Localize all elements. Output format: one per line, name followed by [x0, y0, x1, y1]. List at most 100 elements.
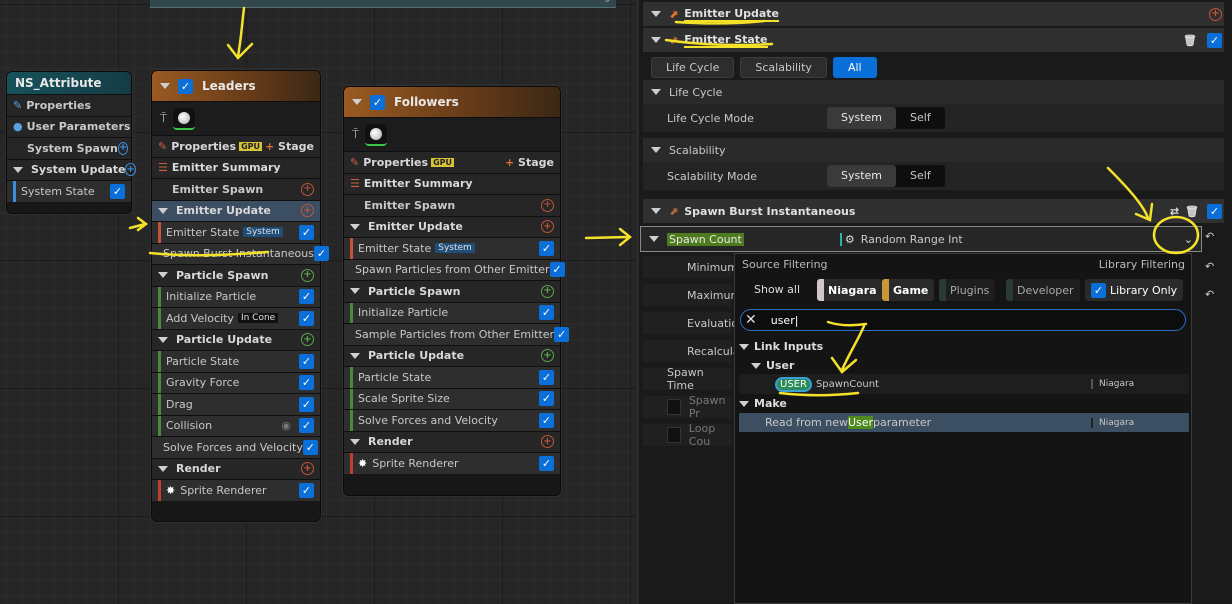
collapse-icon[interactable] — [651, 147, 661, 153]
drag-module[interactable]: Drag ✓ — [152, 393, 320, 415]
source-developer[interactable]: Developer — [1006, 279, 1080, 301]
render-section[interactable]: Render + — [344, 430, 560, 452]
node-graph[interactable]: » NS_Attribute ✎ Properties ● User Param… — [0, 0, 636, 604]
sprite-renderer-module[interactable]: ✸ Sprite Renderer ✓ — [152, 479, 320, 501]
reset-arrow-icon[interactable]: ↶ — [1205, 288, 1214, 301]
source-game[interactable]: Game — [882, 279, 935, 301]
add-module-icon[interactable]: + — [541, 435, 554, 449]
collapse-icon[interactable] — [350, 223, 360, 230]
collapse-icon[interactable] — [751, 362, 761, 369]
emitter-spawn-module[interactable]: Emitter Spawn + — [344, 194, 560, 216]
filter-scalability[interactable]: Scalability — [740, 56, 827, 78]
module-enabled-checkbox[interactable]: ✓ — [549, 262, 565, 278]
system-spawn[interactable]: System Spawn + — [7, 137, 131, 159]
collapse-icon[interactable] — [649, 236, 659, 242]
module-enabled-checkbox[interactable]: ✓ — [539, 305, 554, 321]
emitter-summary-section[interactable]: ☰ Emitter Summary — [344, 172, 560, 194]
library-only-toggle[interactable]: ✓ Library Only — [1085, 279, 1184, 301]
emitter-state-module[interactable]: Emitter State System ✓ — [152, 221, 320, 243]
spawncount-parameter-item[interactable]: USER SpawnCount Niagara — [739, 374, 1189, 394]
module-enabled-checkbox[interactable]: ✓ — [539, 369, 554, 385]
link-inputs-category[interactable]: Link Inputs — [739, 337, 1189, 356]
collapse-icon[interactable] — [158, 465, 168, 472]
search-input[interactable]: user — [771, 314, 795, 327]
collapse-icon[interactable] — [158, 336, 168, 343]
emitter-properties-row[interactable]: ✎ Properties GPU + Stage — [152, 135, 320, 157]
module-enabled-checkbox[interactable]: ✓ — [302, 439, 318, 455]
collapse-icon[interactable] — [651, 37, 661, 43]
leaders-emitter-node[interactable]: ✓ Leaders ⍑ ✎ Properties GPU + Stage ☰ Em… — [151, 70, 329, 522]
module-enabled-checkbox[interactable]: ✓ — [1207, 203, 1222, 219]
collapse-icon[interactable] — [158, 272, 168, 279]
emitter-update-section[interactable]: Emitter Update + — [344, 215, 560, 237]
system-properties[interactable]: ✎ Properties — [7, 94, 131, 116]
module-enabled-checkbox[interactable]: ✓ — [299, 482, 314, 498]
spawn-particles-from-other-emitter-module[interactable]: Spawn Particles from Other Emitter ✓ — [344, 258, 565, 280]
module-enabled-checkbox[interactable]: ✓ — [539, 412, 554, 428]
mode-system[interactable]: System — [827, 107, 897, 129]
mode-self[interactable]: Self — [896, 165, 945, 187]
spawn-count-row[interactable]: Spawn Count ⚙ Random Range Int ⌄ — [640, 226, 1202, 252]
add-module-icon[interactable]: + — [541, 220, 554, 234]
library-only-checkbox[interactable]: ✓ — [1091, 282, 1106, 298]
emitter-update-section[interactable]: Emitter Update + — [152, 199, 320, 221]
add-module-icon[interactable]: + — [541, 198, 554, 212]
collapse-icon[interactable] — [352, 99, 362, 105]
sprite-renderer-module[interactable]: ✸ Sprite Renderer ✓ — [344, 452, 560, 474]
particle-spawn-section[interactable]: Particle Spawn + — [152, 264, 320, 286]
spawn-probability-checkbox[interactable] — [667, 399, 681, 415]
scale-sprite-size-module[interactable]: Scale Sprite Size ✓ — [344, 387, 560, 409]
collapse-icon[interactable] — [350, 352, 360, 359]
emitter-enabled-checkbox[interactable]: ✓ — [178, 78, 193, 94]
module-enabled-checkbox[interactable]: ✓ — [299, 375, 314, 391]
particle-update-section[interactable]: Particle Update + — [152, 328, 320, 350]
collapse-icon[interactable] — [350, 438, 360, 445]
initialize-particle-module[interactable]: Initialize Particle ✓ — [152, 285, 320, 307]
enabled-checkbox[interactable]: ✓ — [110, 183, 125, 199]
initialize-particle-module[interactable]: Initialize Particle ✓ — [344, 301, 560, 323]
module-enabled-checkbox[interactable]: ✓ — [299, 224, 314, 240]
scalability-mode-toggle[interactable]: System Self — [827, 165, 945, 187]
trash-icon[interactable]: 🗑 — [1183, 34, 1197, 47]
render-section[interactable]: Render + — [152, 457, 320, 479]
trash-icon[interactable]: 🗑 — [1185, 205, 1199, 218]
collapse-icon[interactable] — [13, 166, 23, 173]
solve-forces-and-velocity-module[interactable]: Solve Forces and Velocity ✓ — [344, 409, 560, 431]
add-module-icon[interactable]: + — [301, 333, 314, 347]
emitter-state-module[interactable]: Emitter State System ✓ — [344, 237, 560, 259]
add-module-icon[interactable]: + — [301, 268, 314, 282]
add-icon[interactable]: + — [117, 141, 129, 155]
collapse-icon[interactable] — [651, 89, 661, 95]
solve-forces-and-velocity-module[interactable]: Solve Forces and Velocity ✓ — [152, 436, 320, 458]
loop-count-checkbox[interactable] — [667, 427, 681, 443]
particle-state-module[interactable]: Particle State ✓ — [152, 350, 320, 372]
module-enabled-checkbox[interactable]: ✓ — [299, 418, 314, 434]
reset-arrow-icon[interactable]: ↶ — [1205, 260, 1214, 273]
mode-self[interactable]: Self — [896, 107, 945, 129]
spawn-burst-instantaneous-module[interactable]: Spawn Burst Instantaneous ✓ — [152, 242, 329, 264]
module-enabled-checkbox[interactable]: ✓ — [539, 391, 554, 407]
emitter-enabled-checkbox[interactable]: ✓ — [370, 94, 385, 110]
collapse-icon[interactable] — [160, 83, 170, 89]
filter-life-cycle[interactable]: Life Cycle — [651, 56, 735, 78]
system-node[interactable]: NS_Attribute ✎ Properties ● User Paramet… — [6, 71, 136, 214]
module-enabled-checkbox[interactable]: ✓ — [1207, 32, 1222, 48]
source-plugins[interactable]: Plugins — [939, 279, 996, 301]
particle-update-section[interactable]: Particle Update + — [344, 344, 560, 366]
chevron-down-icon[interactable]: ⌄ — [1184, 233, 1193, 246]
add-module-icon[interactable]: + — [301, 182, 314, 196]
add-module-icon[interactable]: + — [541, 284, 554, 298]
user-category[interactable]: User — [751, 356, 1189, 375]
add-module-icon[interactable]: + — [301, 204, 314, 218]
module-enabled-checkbox[interactable]: ✓ — [299, 310, 314, 326]
particle-state-module[interactable]: Particle State ✓ — [344, 366, 560, 388]
search-field[interactable]: ✕ user | — [740, 309, 1186, 331]
collapse-icon[interactable] — [158, 207, 168, 214]
reset-arrow-icon[interactable]: ↶ — [1205, 230, 1214, 243]
sample-particles-from-other-emitter-module[interactable]: Sample Particles from Other Emitter ✓ — [344, 323, 570, 345]
clear-search-icon[interactable]: ✕ — [745, 312, 757, 328]
add-icon[interactable]: + — [1209, 7, 1222, 21]
collapse-icon[interactable] — [350, 288, 360, 295]
collapse-icon[interactable] — [739, 343, 749, 350]
collapse-icon[interactable] — [651, 11, 661, 17]
